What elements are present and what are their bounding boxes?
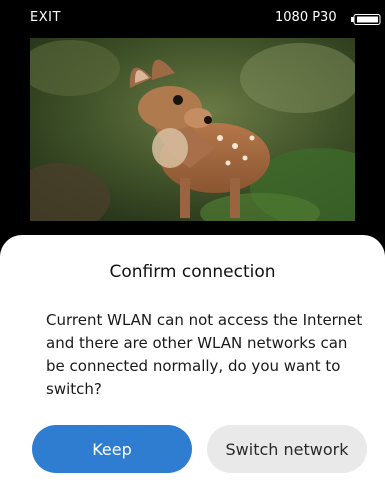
confirm-connection-dialog: Confirm connection Current WLAN can not … — [0, 235, 385, 483]
dialog-message: Current WLAN can not access the Internet… — [46, 311, 363, 398]
battery-icon — [351, 12, 381, 25]
switch-network-button[interactable]: Switch network — [207, 425, 367, 473]
keep-button[interactable]: Keep — [32, 425, 192, 473]
status-bar: EXIT 1080 P30 — [0, 0, 385, 36]
exit-button[interactable]: EXIT — [30, 10, 61, 25]
camera-preview — [30, 38, 355, 221]
camera-screen: EXIT 1080 P30 Confirm connection Current… — [0, 0, 385, 483]
dialog-title: Confirm connection — [109, 262, 276, 282]
resolution-indicator: 1080 P30 — [275, 10, 337, 25]
